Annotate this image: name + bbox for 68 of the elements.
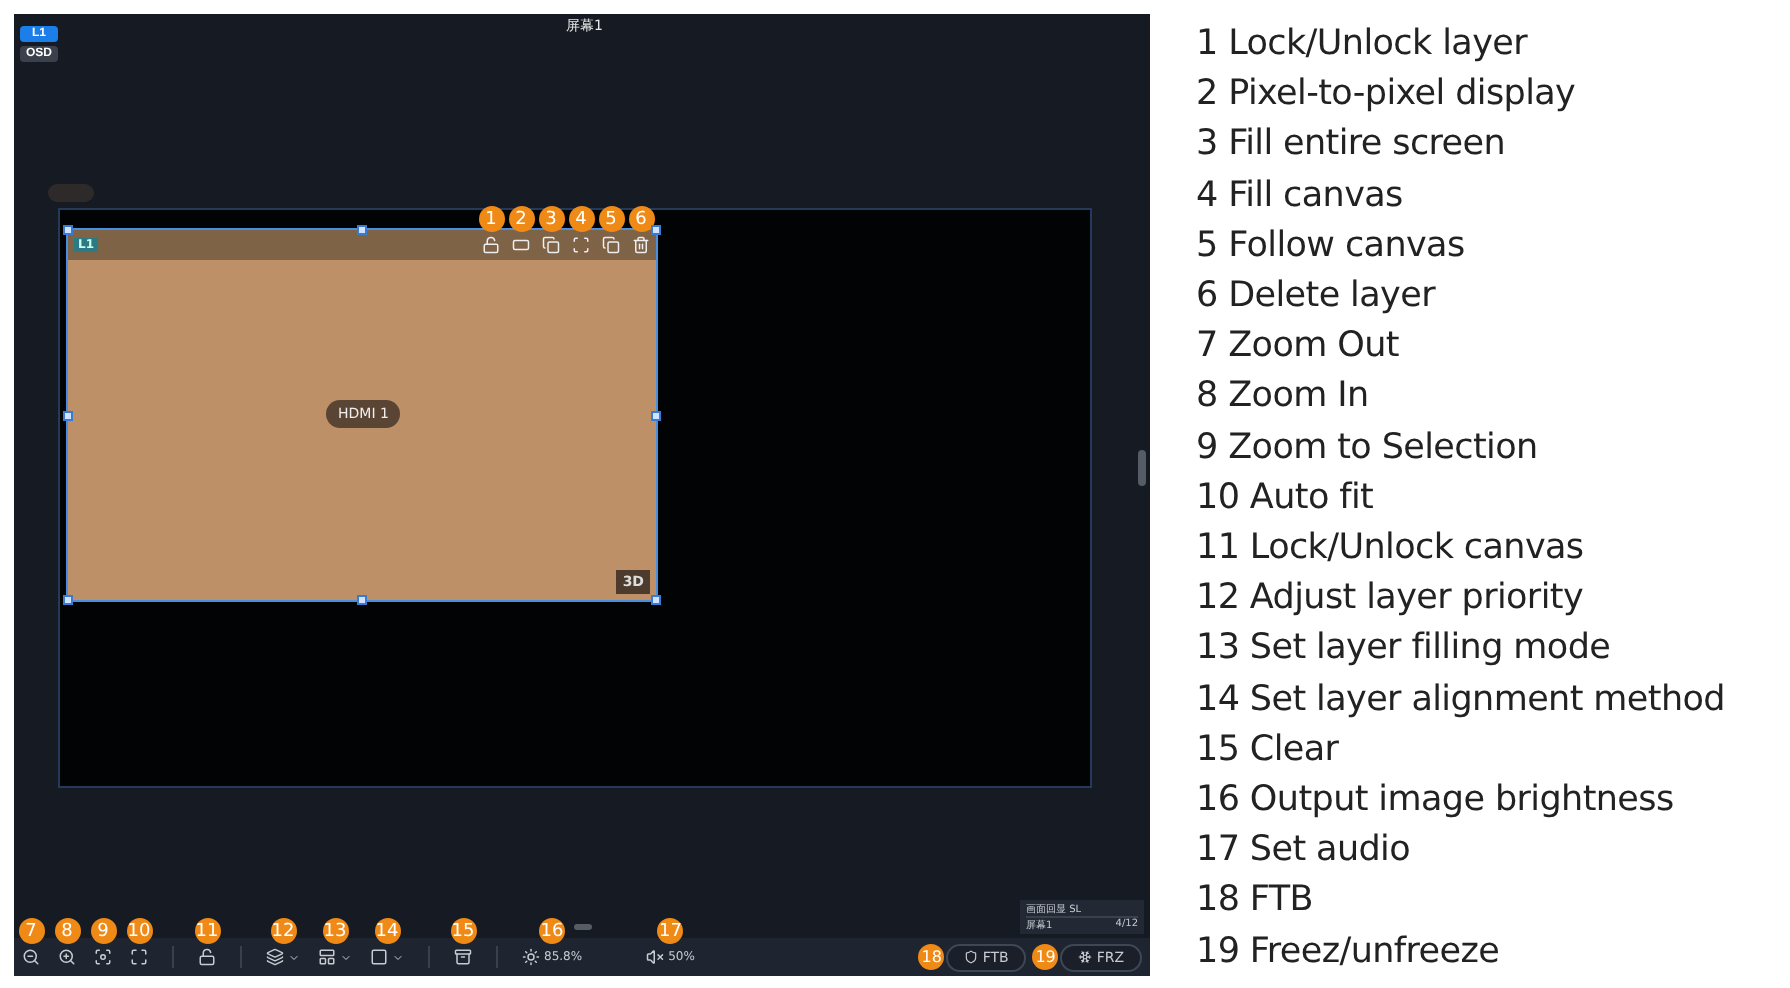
number-badge: 16	[539, 918, 566, 944]
legend-item: 1 Lock/Unlock layer	[1196, 22, 1530, 68]
number-badge: 15	[450, 918, 476, 944]
layout-icon[interactable]	[318, 948, 336, 966]
legend-item: 11 Lock/Unlock canvas	[1196, 526, 1586, 573]
legend-item: 19 Freez/unfreeze	[1196, 929, 1502, 976]
trash-icon[interactable]	[632, 236, 650, 254]
focus-icon[interactable]	[94, 948, 112, 966]
layers-icon[interactable]	[266, 948, 284, 966]
zoom-out-icon[interactable]	[22, 948, 40, 966]
number-badge: 14	[374, 918, 400, 944]
number-badge: 10	[126, 918, 152, 944]
unlock-icon[interactable]	[198, 948, 216, 966]
maximize-icon[interactable]	[130, 948, 148, 966]
pixel-ratio-icon[interactable]	[512, 236, 530, 254]
number-badge: 1	[478, 206, 504, 232]
number-badge: 7	[18, 918, 44, 944]
mute-icon[interactable]	[646, 948, 665, 966]
number-badge: 12	[270, 918, 296, 944]
legend-item: 13 Set layer filling mode	[1196, 626, 1613, 673]
legend-item: 18 FTB	[1196, 878, 1315, 925]
legend-item: 6 Delete layer	[1196, 274, 1438, 321]
zoom-in-icon[interactable]	[58, 948, 76, 966]
legend-item: 10 Auto fit	[1196, 475, 1376, 522]
legend-item: 15 Clear	[1196, 727, 1341, 774]
number-badge: 4	[568, 206, 594, 232]
resize-handle[interactable]	[63, 410, 73, 420]
legend-item: 12 Adjust layer priority	[1196, 576, 1586, 623]
number-badge: 18	[918, 944, 945, 970]
resize-handle[interactable]	[357, 595, 367, 605]
resize-handle[interactable]	[63, 225, 73, 235]
legend-item: 16 Output image brightness	[1196, 778, 1676, 825]
resize-handle[interactable]	[651, 595, 661, 605]
legend-item: 4 Fill canvas	[1196, 173, 1405, 220]
legend-item: 8 Zoom In	[1196, 374, 1371, 421]
legend-item: 9 Zoom to Selection	[1196, 425, 1540, 472]
sun-icon[interactable]	[522, 948, 540, 966]
resize-handle[interactable]	[651, 410, 661, 420]
number-badge: 17	[657, 918, 684, 944]
legend-item: 3 Fill entire screen	[1196, 122, 1508, 169]
square-icon[interactable]	[370, 948, 388, 966]
legend-item: 5 Follow canvas	[1196, 223, 1467, 270]
legend-item: 17 Set audio	[1196, 828, 1413, 875]
resize-handle[interactable]	[651, 225, 661, 235]
legend-item: 14 Set layer alignment method	[1196, 677, 1725, 724]
number-badge: 19	[1032, 944, 1059, 970]
number-badge: 13	[322, 918, 348, 944]
legend-item: 2 Pixel-to-pixel display	[1196, 72, 1578, 119]
number-badge: 2	[508, 206, 534, 232]
resize-handle[interactable]	[357, 225, 367, 235]
number-badge: 3	[538, 206, 564, 232]
resize-handle[interactable]	[63, 595, 73, 605]
number-badge: 5	[598, 206, 624, 232]
caret-icon[interactable]	[340, 951, 352, 963]
copy-icon[interactable]	[602, 236, 620, 254]
number-badge: 8	[54, 918, 80, 944]
snowflake-icon	[1078, 950, 1093, 964]
number-badge: 9	[90, 918, 116, 944]
shield-icon	[964, 950, 979, 964]
name-pill	[48, 184, 94, 202]
corners-icon[interactable]	[572, 236, 590, 254]
legend-item: 7 Zoom Out	[1196, 324, 1401, 371]
number-badge: 11	[194, 918, 220, 944]
scrollbar-thumb[interactable]	[1138, 450, 1146, 486]
caret-icon[interactable]	[392, 951, 404, 963]
unlock-icon[interactable]	[482, 236, 500, 254]
scrollbar-thumb[interactable]	[574, 924, 592, 930]
caret-icon[interactable]	[288, 951, 300, 963]
